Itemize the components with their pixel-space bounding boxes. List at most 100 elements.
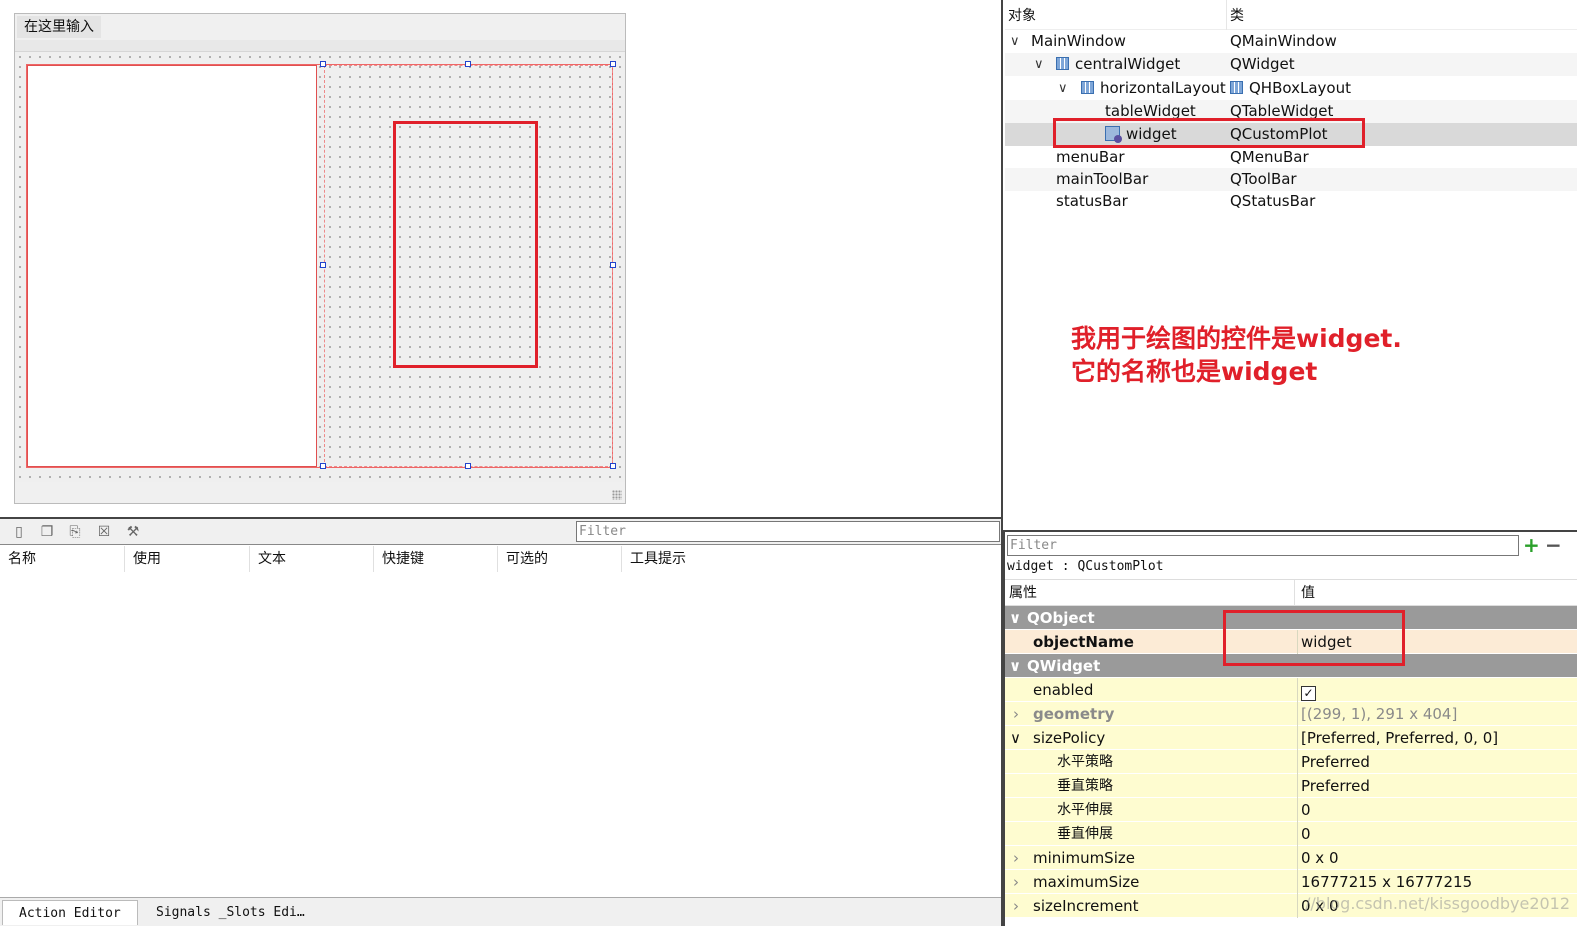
- property-value[interactable]: Preferred: [1297, 774, 1370, 798]
- object-name: horizontalLayout: [1100, 79, 1226, 97]
- object-name-wrap: centralWidget: [1056, 53, 1180, 76]
- chevron-down-icon[interactable]: ∨: [1058, 77, 1068, 100]
- annotation-line: 我用于绘图的控件是widget.: [1071, 324, 1402, 353]
- property-row-vertical-stretch[interactable]: 垂直伸展 0: [1005, 822, 1577, 846]
- chevron-down-icon[interactable]: ∨: [1010, 726, 1021, 750]
- chevron-right-icon[interactable]: ›: [1013, 894, 1019, 918]
- property-row-vertical-policy[interactable]: 垂直策略 Preferred: [1005, 774, 1577, 798]
- property-row-geometry[interactable]: › geometry [(299, 1), 291 x 404]: [1005, 702, 1577, 726]
- object-class: QMenuBar: [1230, 148, 1309, 166]
- object-name: menuBar: [1056, 148, 1125, 166]
- object-inspector-header: 对象 类: [1005, 0, 1577, 30]
- bottom-tab-bar: Action Editor Signals _Slots Edi…: [0, 897, 1001, 926]
- property-value[interactable]: ✓: [1297, 678, 1316, 702]
- form-designer: 在这里输入: [0, 0, 1003, 517]
- group-label: QWidget: [1027, 657, 1101, 675]
- tree-row-statusbar[interactable]: statusBar QStatusBar: [1005, 190, 1577, 213]
- configure-icon[interactable]: ⚒: [124, 523, 142, 541]
- property-row-maximumsize[interactable]: › maximumSize 16777215 x 16777215: [1005, 870, 1577, 894]
- selection-handle[interactable]: [465, 463, 471, 469]
- tree-row-horizontallayout[interactable]: ∨ horizontalLayout QHBoxLayout: [1005, 77, 1577, 100]
- property-value[interactable]: [Preferred, Preferred, 0, 0]: [1297, 726, 1498, 750]
- chevron-right-icon[interactable]: ›: [1013, 870, 1019, 894]
- property-row-horizontal-stretch[interactable]: 水平伸展 0: [1005, 798, 1577, 822]
- tree-row-centralwidget[interactable]: ∨ centralWidget QWidget: [1005, 53, 1577, 76]
- property-value[interactable]: Preferred: [1297, 750, 1370, 774]
- object-class: QStatusBar: [1230, 192, 1316, 210]
- object-name-wrap: horizontalLayout: [1081, 77, 1226, 100]
- tab-signals-slots-editor[interactable]: Signals _Slots Edi…: [140, 900, 321, 925]
- object-inspector-panel: 对象 类 ∨ MainWindow QMainWindow ∨ centralW…: [1005, 0, 1577, 530]
- column-header-tooltip[interactable]: 工具提示: [622, 546, 1001, 572]
- property-filter-input[interactable]: Filter: [1007, 535, 1519, 556]
- action-editor-toolbar: ▯ ❐ ⎘ ☒ ⚒ Filter: [0, 519, 1001, 545]
- property-value[interactable]: 0: [1297, 798, 1311, 822]
- property-name: sizePolicy: [1033, 729, 1106, 747]
- column-header-property[interactable]: 属性: [1005, 580, 1295, 607]
- selection-handle[interactable]: [320, 61, 326, 67]
- property-row-enabled[interactable]: enabled ✓: [1005, 678, 1577, 702]
- column-header-shortcut[interactable]: 快捷键: [374, 546, 498, 572]
- chevron-down-icon[interactable]: ∨: [1009, 606, 1021, 630]
- column-header-checkable[interactable]: 可选的: [498, 546, 622, 572]
- property-row-sizepolicy[interactable]: ∨ sizePolicy [Preferred, Preferred, 0, 0…: [1005, 726, 1577, 750]
- property-name: 水平伸展: [1057, 802, 1113, 818]
- property-name: 垂直伸展: [1057, 826, 1113, 842]
- tab-action-editor[interactable]: Action Editor: [2, 900, 138, 925]
- qt-designer-window: 在这里输入 ▯ ❐ ⎘ ☒ ⚒ Filter 名称 使用 文本 快捷键 可选的 …: [0, 0, 1577, 926]
- new-action-icon[interactable]: ▯: [10, 523, 28, 541]
- property-name: 水平策略: [1057, 754, 1113, 770]
- chevron-right-icon[interactable]: ›: [1013, 702, 1019, 726]
- annotation-highlight-box: [393, 121, 538, 368]
- property-value[interactable]: 0: [1297, 822, 1311, 846]
- enabled-checkbox[interactable]: ✓: [1301, 686, 1316, 701]
- column-header-value[interactable]: 值: [1297, 580, 1315, 607]
- remove-property-icon[interactable]: −: [1545, 533, 1562, 557]
- property-value[interactable]: 16777215 x 16777215: [1297, 870, 1472, 894]
- chevron-down-icon[interactable]: ∨: [1009, 654, 1021, 678]
- selection-handle[interactable]: [320, 463, 326, 469]
- property-name: geometry: [1033, 705, 1115, 723]
- property-row-horizontal-policy[interactable]: 水平策略 Preferred: [1005, 750, 1577, 774]
- menu-type-here[interactable]: 在这里输入: [17, 16, 101, 38]
- tree-row-menubar[interactable]: menuBar QMenuBar: [1005, 146, 1577, 169]
- selection-handle[interactable]: [610, 463, 616, 469]
- selection-handle[interactable]: [320, 262, 326, 268]
- table-widget-preview[interactable]: [27, 65, 317, 467]
- object-class: QToolBar: [1230, 170, 1297, 188]
- property-editor-panel: Filter + − widget : QCustomPlot 属性 值 ∨ Q…: [1003, 530, 1577, 926]
- object-class: QMainWindow: [1230, 32, 1337, 50]
- tree-row-mainwindow[interactable]: ∨ MainWindow QMainWindow: [1005, 30, 1577, 53]
- property-row-minimumsize[interactable]: › minimumSize 0 x 0: [1005, 846, 1577, 870]
- delete-icon[interactable]: ☒: [95, 523, 113, 541]
- property-table-header: 属性 值: [1005, 579, 1577, 607]
- add-property-icon[interactable]: +: [1523, 533, 1540, 557]
- object-name: statusBar: [1056, 192, 1128, 210]
- property-name: 垂直策略: [1057, 778, 1113, 794]
- copy-icon[interactable]: ❐: [38, 523, 56, 541]
- group-label: QObject: [1027, 609, 1095, 627]
- column-header-class[interactable]: 类: [1227, 0, 1244, 30]
- property-name: maximumSize: [1033, 873, 1140, 891]
- column-header-used[interactable]: 使用: [125, 546, 250, 572]
- action-filter-input[interactable]: Filter: [576, 521, 1000, 542]
- size-grip-icon[interactable]: [612, 490, 622, 500]
- chevron-down-icon[interactable]: ∨: [1034, 53, 1044, 76]
- widget-icon: [1056, 57, 1069, 70]
- selection-handle[interactable]: [465, 61, 471, 67]
- property-name: objectName: [1033, 633, 1134, 651]
- selection-handle[interactable]: [610, 61, 616, 67]
- paste-icon[interactable]: ⎘: [66, 523, 84, 541]
- layout-icon: [1081, 81, 1094, 94]
- main-toolbar-area[interactable]: [15, 40, 625, 52]
- column-header-text[interactable]: 文本: [250, 546, 374, 572]
- chevron-right-icon[interactable]: ›: [1013, 846, 1019, 870]
- property-value[interactable]: 0 x 0: [1297, 846, 1339, 870]
- object-name: centralWidget: [1075, 55, 1181, 73]
- column-header-name[interactable]: 名称: [0, 546, 125, 572]
- column-header-object[interactable]: 对象: [1005, 0, 1227, 30]
- chevron-down-icon[interactable]: ∨: [1010, 30, 1020, 53]
- property-value[interactable]: [(299, 1), 291 x 404]: [1297, 702, 1457, 726]
- tree-row-maintoolbar[interactable]: mainToolBar QToolBar: [1005, 168, 1577, 191]
- selection-handle[interactable]: [610, 262, 616, 268]
